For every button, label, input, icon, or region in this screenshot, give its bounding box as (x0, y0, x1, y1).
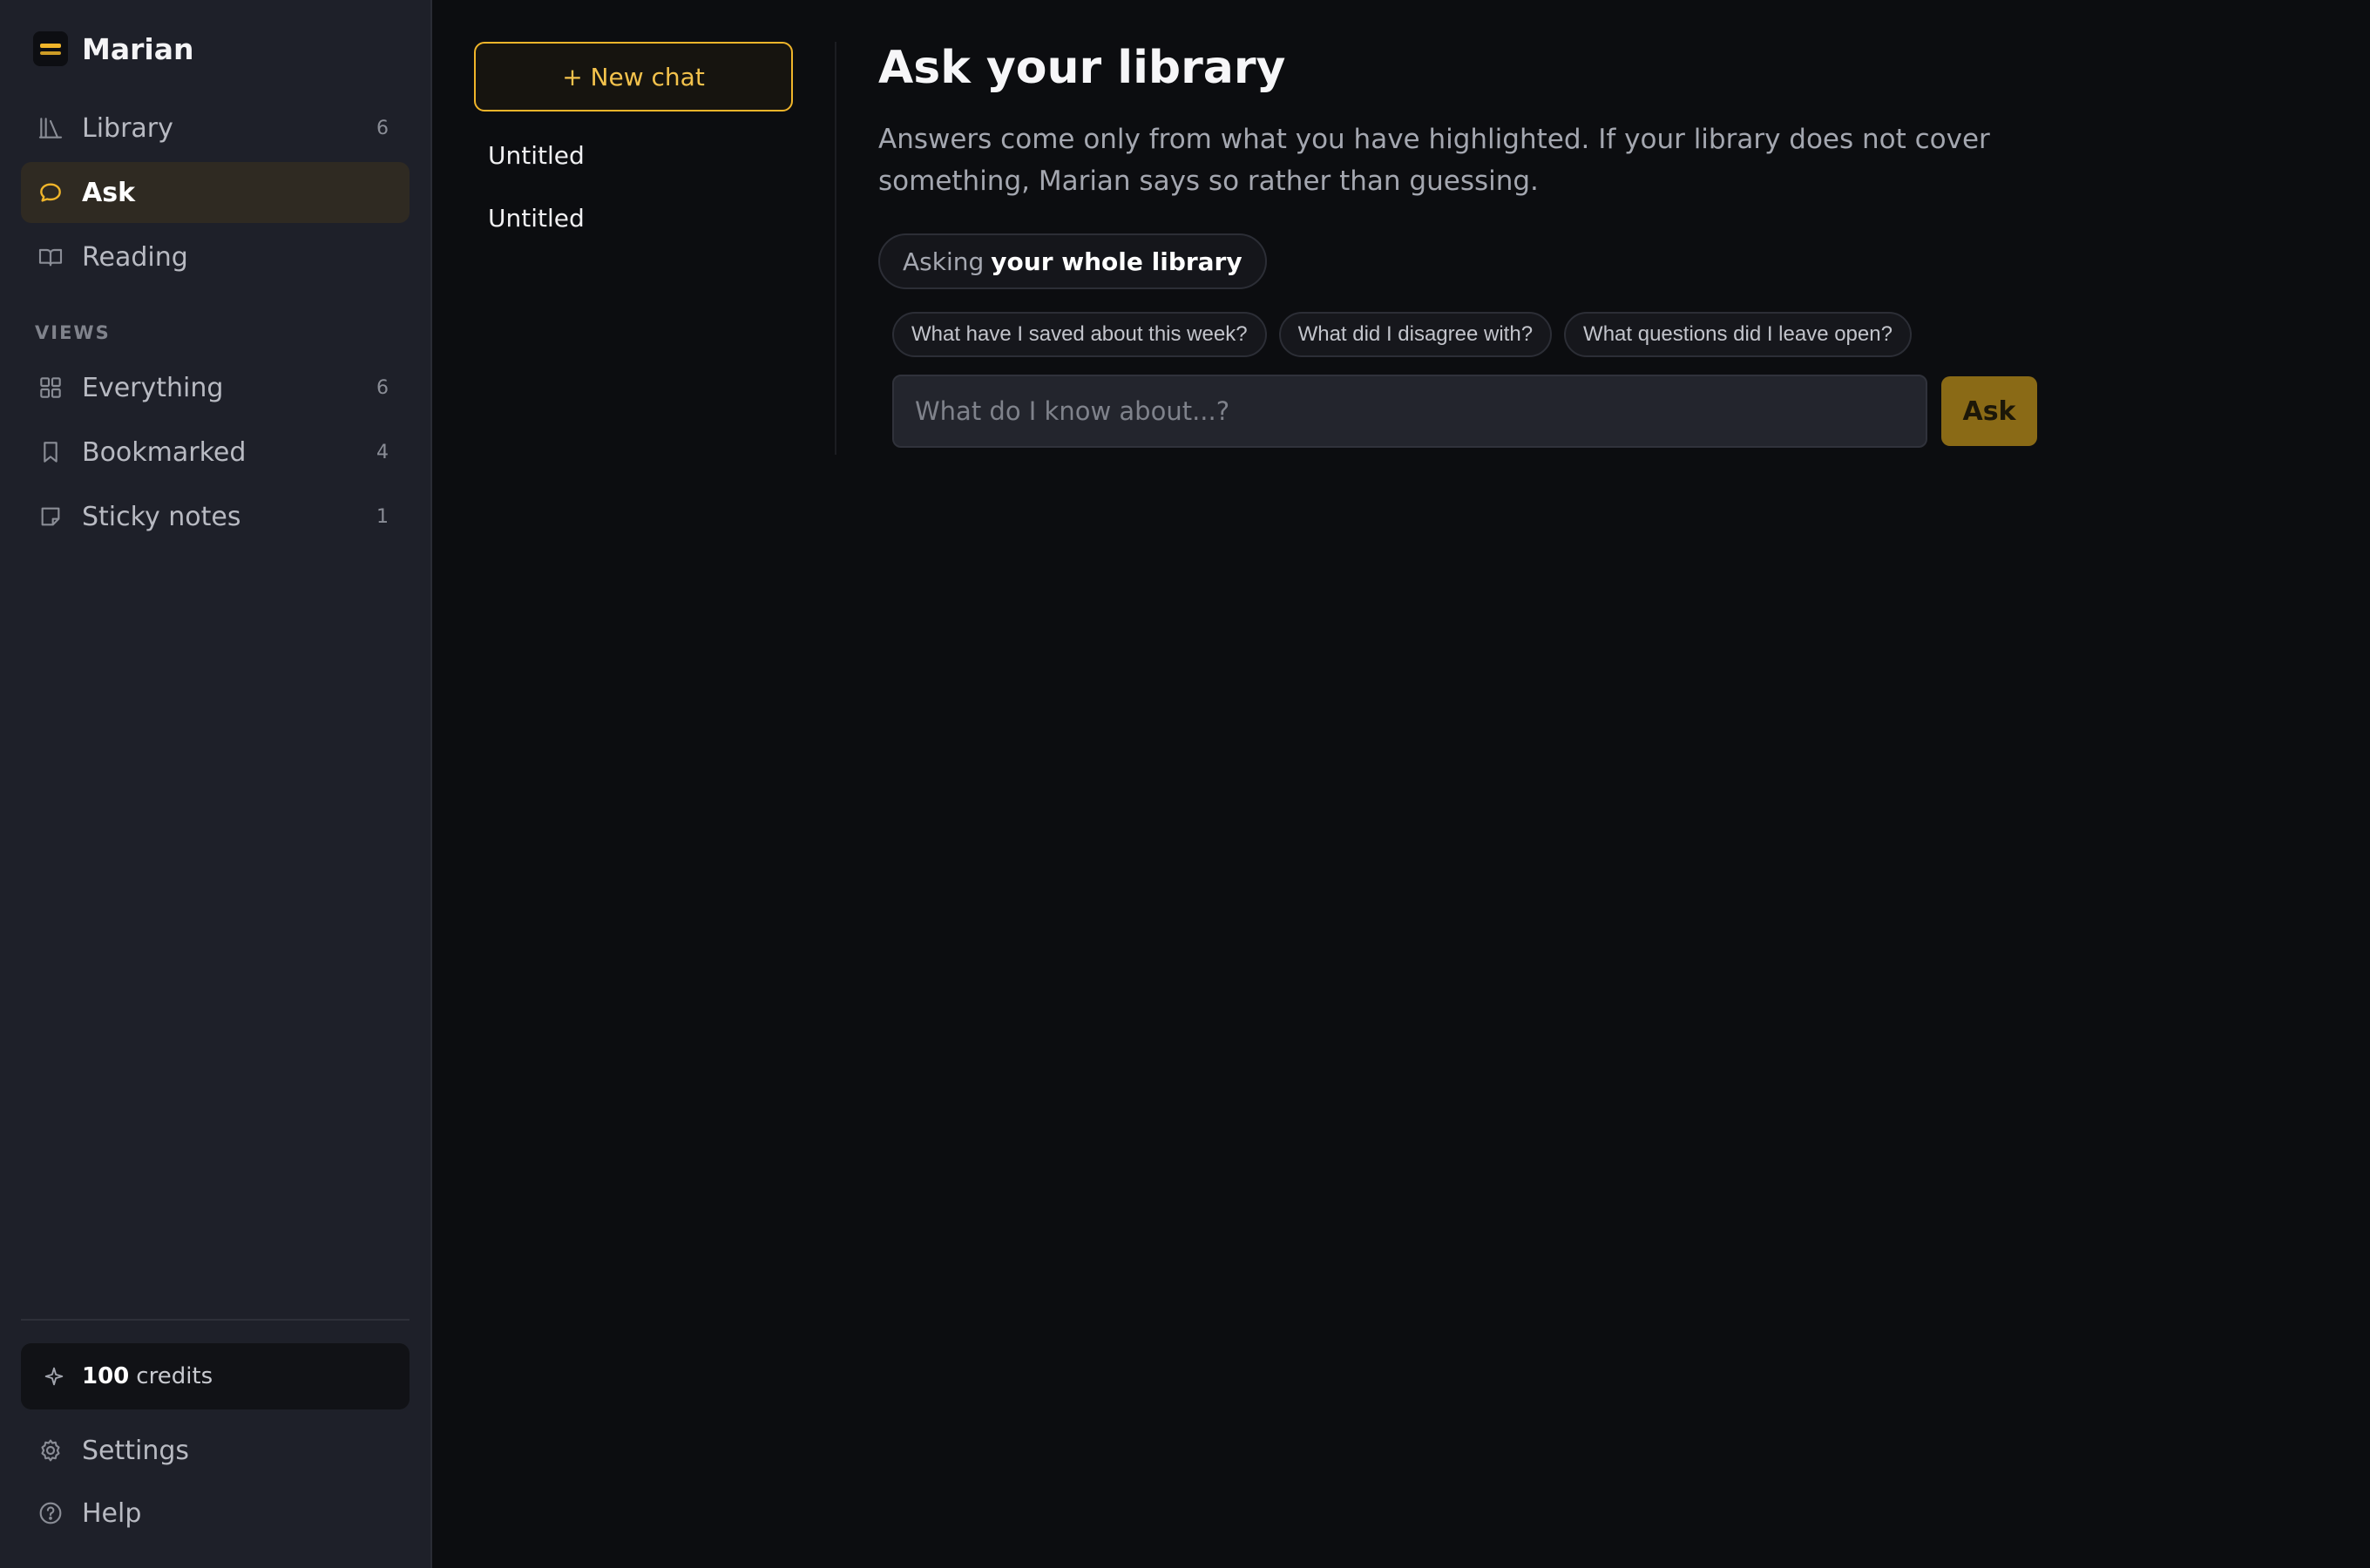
sidebar-item-label: Reading (82, 241, 188, 273)
credits-amount: 100 (82, 1363, 130, 1389)
sidebar-divider (21, 1319, 410, 1321)
chat-list-item[interactable]: Untitled (474, 124, 810, 186)
sidebar-item-count: 1 (376, 505, 389, 528)
sidebar-item-count: 6 (376, 117, 389, 139)
ask-row: Ask (878, 375, 2370, 448)
chat-list-item[interactable]: Untitled (474, 186, 810, 249)
app-name: Marian (82, 31, 194, 66)
sidebar-item-label: Everything (82, 372, 224, 403)
help-icon (39, 1502, 62, 1524)
sidebar-item-label: Library (82, 112, 173, 144)
sparkle-icon (44, 1367, 64, 1386)
views-nav: Everything 6 Bookmarked 4 Sticky notes 1 (21, 357, 410, 551)
sidebar-item-ask[interactable]: Ask (21, 162, 410, 223)
book-icon (38, 248, 63, 267)
sidebar: Marian Library 6 Ask Reading VIEWS Every… (0, 0, 432, 1568)
suggestion-chip[interactable]: What have I saved about this week? (892, 312, 1267, 357)
sidebar-item-count: 6 (376, 376, 389, 399)
new-chat-button[interactable]: + New chat (474, 42, 793, 112)
chat-entries: Untitled Untitled (474, 124, 810, 249)
page-title: Ask your library (878, 42, 1286, 94)
app-window: Marian Library 6 Ask Reading VIEWS Every… (0, 0, 2370, 1568)
sidebar-item-help[interactable]: Help (21, 1483, 410, 1544)
main-nav: Library 6 Ask Reading (21, 98, 410, 291)
credits-badge[interactable]: 100 credits (21, 1343, 410, 1409)
scope-selector[interactable]: Asking your whole library (878, 233, 1267, 289)
page-description: Answers come only from what you have hig… (878, 124, 1990, 197)
sidebar-item-sticky-notes[interactable]: Sticky notes 1 (21, 486, 410, 547)
scope-value: your whole library (991, 247, 1243, 276)
scope-prefix: Asking (903, 247, 985, 276)
sidebar-item-label: Bookmarked (82, 436, 247, 468)
sidebar-item-reading[interactable]: Reading (21, 226, 410, 287)
chat-list: + New chat Untitled Untitled (432, 42, 836, 455)
credits-label: credits (136, 1363, 213, 1389)
sidebar-item-count: 4 (376, 441, 389, 463)
sidebar-item-everything[interactable]: Everything 6 (21, 357, 410, 418)
suggestion-chips: What have I saved about this week? What … (878, 312, 2370, 357)
sidebar-item-bookmarked[interactable]: Bookmarked 4 (21, 422, 410, 483)
sidebar-item-label: Ask (82, 177, 136, 208)
chat-bubble-icon (40, 183, 61, 202)
ask-button[interactable]: Ask (1941, 376, 2037, 446)
sidebar-item-label: Sticky notes (82, 501, 241, 532)
gear-icon (41, 1439, 60, 1462)
suggestion-chip[interactable]: What did I disagree with? (1278, 312, 1553, 357)
grid-icon (40, 377, 61, 398)
sidebar-item-settings[interactable]: Settings (21, 1420, 410, 1481)
logo-icon (33, 31, 68, 66)
views-section-label: VIEWS (35, 322, 111, 343)
ask-input[interactable] (892, 375, 1927, 448)
brand[interactable]: Marian (21, 0, 410, 98)
library-icon (38, 118, 63, 139)
suggestion-chip[interactable]: What questions did I leave open? (1564, 312, 1912, 357)
sidebar-item-label: Settings (82, 1435, 190, 1466)
sticky-note-icon (41, 507, 60, 526)
ask-panel: Ask your library Answers come only from … (836, 0, 2370, 1568)
bookmark-icon (44, 442, 58, 463)
sidebar-item-label: Help (82, 1497, 142, 1529)
sidebar-item-library[interactable]: Library 6 (21, 98, 410, 159)
